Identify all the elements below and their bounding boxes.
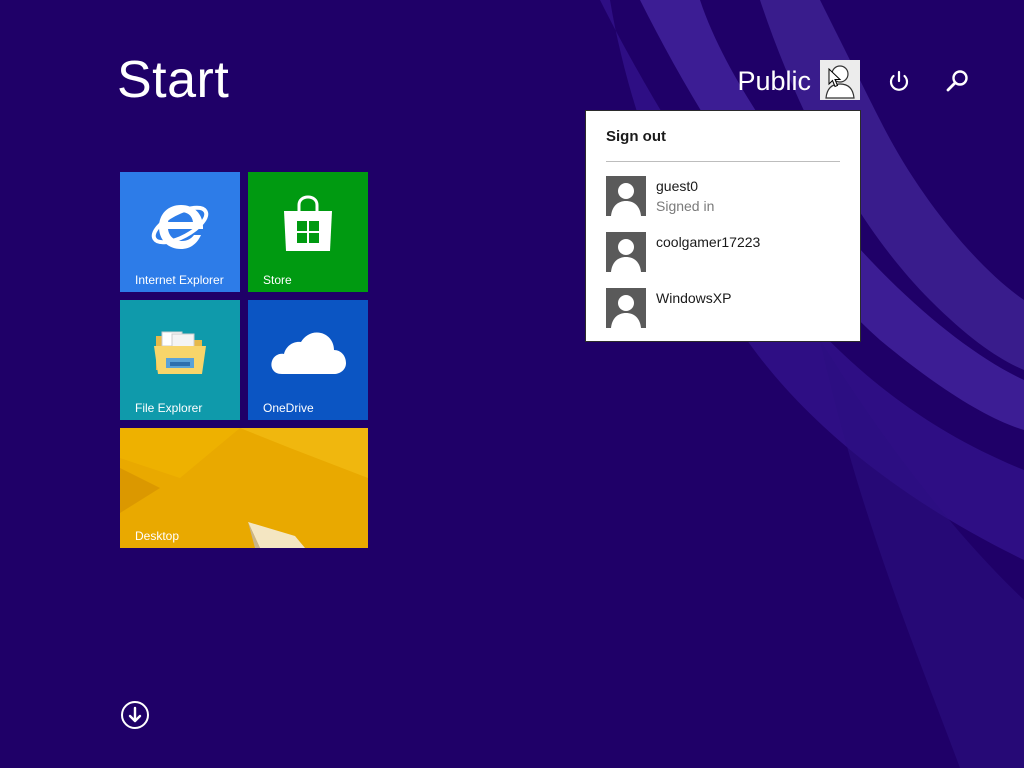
tile-onedrive[interactable]: OneDrive <box>248 300 368 420</box>
user-silhouette-icon <box>606 176 646 216</box>
mouse-cursor-icon <box>828 68 842 88</box>
account-flyout: Sign out guest0 Signed in coolgamer17223 <box>585 110 861 342</box>
tile-label: OneDrive <box>263 401 314 415</box>
start-title: Start <box>117 51 230 109</box>
search-icon[interactable] <box>942 66 972 96</box>
user-name: coolgamer17223 <box>656 234 761 250</box>
sign-out-button[interactable]: Sign out <box>606 128 666 146</box>
tile-label: File Explorer <box>135 401 203 415</box>
user-silhouette-icon <box>606 232 646 272</box>
tile-store[interactable]: Store <box>248 172 368 292</box>
user-silhouette-icon <box>606 288 646 328</box>
user-item-coolgamer17223[interactable]: coolgamer17223 <box>606 232 840 274</box>
user-name: guest0 <box>656 178 699 194</box>
internet-explorer-icon <box>151 204 209 249</box>
account-name[interactable]: Public <box>737 64 811 98</box>
tile-desktop[interactable]: Desktop <box>120 428 368 548</box>
tile-file-explorer[interactable]: File Explorer <box>120 300 240 420</box>
divider <box>606 161 840 162</box>
arrow-down-circle-icon[interactable] <box>120 700 150 730</box>
cloud-icon <box>271 332 346 374</box>
user-status: Signed in <box>656 198 715 214</box>
tile-label: Internet Explorer <box>135 273 224 287</box>
tile-label: Store <box>263 273 292 287</box>
store-bag-icon <box>284 195 332 251</box>
user-item-windowsxp[interactable]: WindowsXP <box>606 288 840 330</box>
folder-icon <box>154 331 206 374</box>
user-item-guest0[interactable]: guest0 Signed in <box>606 176 840 218</box>
tile-internet-explorer[interactable]: Internet Explorer <box>120 172 240 292</box>
power-icon[interactable] <box>884 66 914 96</box>
tile-label: Desktop <box>135 529 180 543</box>
user-name: WindowsXP <box>656 290 732 306</box>
